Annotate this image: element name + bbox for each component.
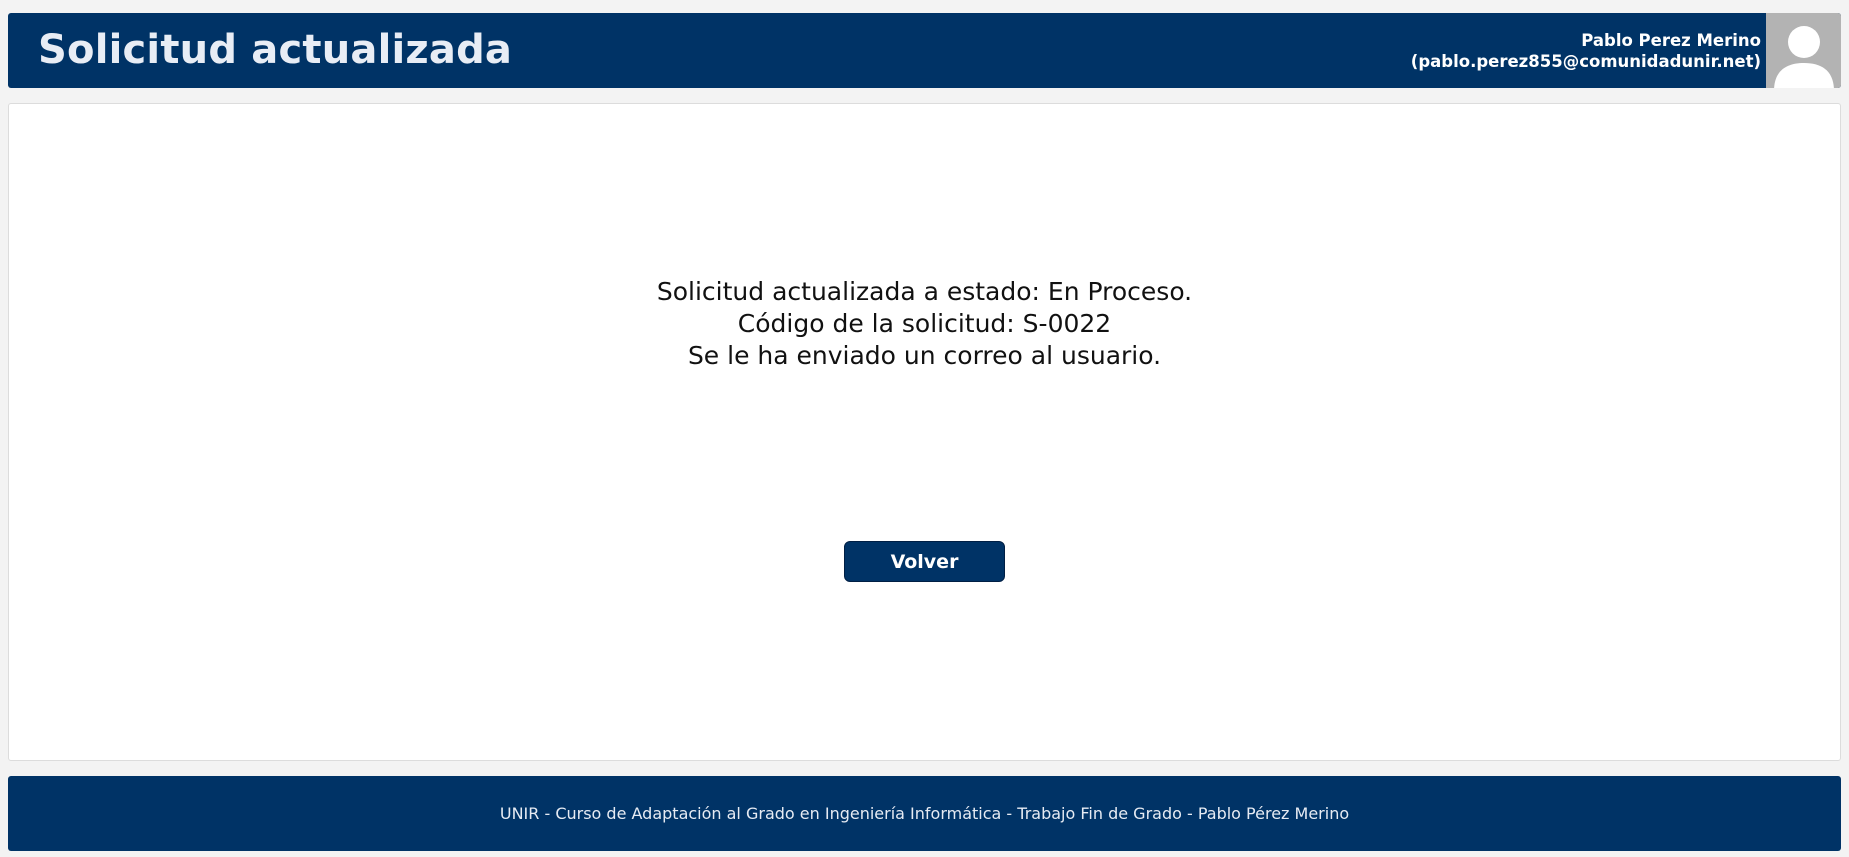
page: Solicitud actualizada Pablo Perez Merino… — [0, 0, 1849, 857]
message-line-code: Código de la solicitud: S-0022 — [737, 309, 1112, 338]
user-info: Pablo Perez Merino (pablo.perez855@comun… — [1411, 30, 1761, 72]
content-card: Solicitud actualizada a estado: En Proce… — [8, 103, 1841, 761]
status-message: Solicitud actualizada a estado: En Proce… — [9, 276, 1840, 372]
user-silhouette-icon — [1774, 26, 1834, 88]
top-bar: Solicitud actualizada Pablo Perez Merino… — [8, 13, 1841, 88]
back-button[interactable]: Volver — [844, 541, 1005, 582]
page-title: Solicitud actualizada — [38, 27, 513, 73]
user-email: (pablo.perez855@comunidadunir.net) — [1410, 52, 1761, 71]
avatar[interactable] — [1766, 13, 1841, 88]
message-line-email: Se le ha enviado un correo al usuario. — [687, 341, 1162, 370]
footer-text: UNIR - Curso de Adaptación al Grado en I… — [499, 804, 1350, 823]
user-name: Pablo Perez Merino — [1581, 31, 1761, 50]
message-line-status: Solicitud actualizada a estado: En Proce… — [656, 277, 1193, 306]
footer: UNIR - Curso de Adaptación al Grado en I… — [8, 776, 1841, 851]
